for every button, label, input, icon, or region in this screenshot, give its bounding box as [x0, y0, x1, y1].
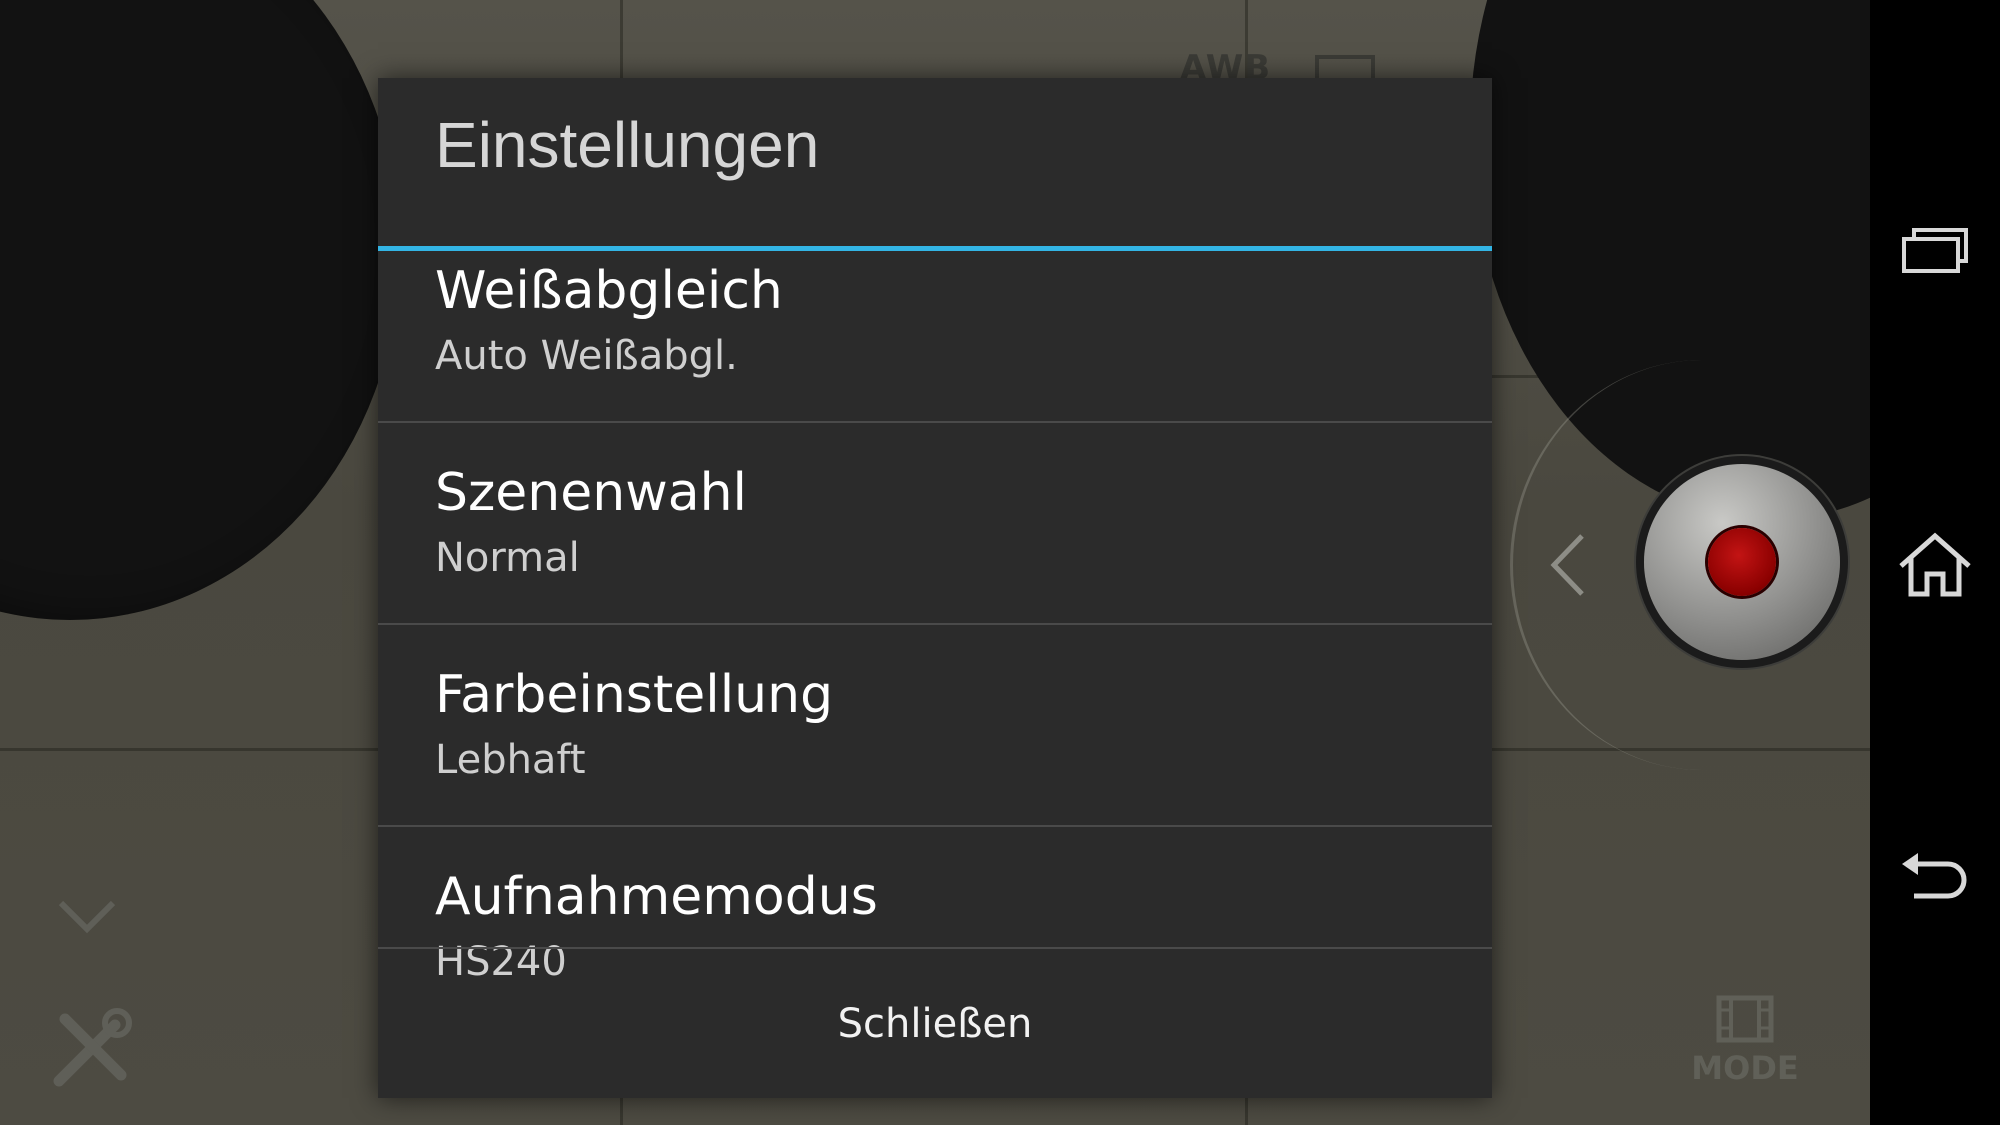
list-item-title: Farbeinstellung	[435, 665, 834, 725]
list-item-summary: Auto Weißabgl.	[435, 333, 738, 379]
record-button[interactable]	[1644, 464, 1840, 660]
list-item-scene[interactable]: Szenenwahl Normal	[378, 423, 1492, 625]
settings-tools-icon[interactable]	[45, 1005, 135, 1095]
home-button[interactable]	[1870, 505, 2000, 625]
list-item-summary: Normal	[435, 535, 580, 581]
list-item-summary: Lebhaft	[435, 737, 586, 783]
dial-left-chevron-icon[interactable]	[1540, 530, 1600, 600]
close-button[interactable]: Schließen	[378, 949, 1492, 1098]
back-icon	[1902, 853, 1967, 899]
record-dot-icon	[1708, 528, 1776, 596]
chevron-down-icon[interactable]	[55, 895, 120, 940]
recent-apps-icon	[1902, 228, 1968, 273]
settings-dialog: Einstellungen Weißabgleich Auto Weißabgl…	[378, 78, 1492, 1098]
dialog-title: Einstellungen	[435, 109, 820, 181]
recent-apps-button[interactable]	[1870, 190, 2000, 310]
navigation-bar	[1870, 0, 2000, 1125]
list-item-title: Aufnahmemodus	[435, 867, 878, 927]
settings-list[interactable]: Weißabgleich Auto Weißabgl. Szenenwahl N…	[378, 251, 1492, 1026]
home-icon	[1899, 532, 1971, 597]
back-button[interactable]	[1870, 815, 2000, 935]
mode-button[interactable]: MODE	[1680, 995, 1810, 1095]
scene-dark-object	[0, 0, 400, 620]
list-item-title: Weißabgleich	[435, 261, 783, 321]
list-item-title: Szenenwahl	[435, 463, 747, 523]
list-item-white-balance[interactable]: Weißabgleich Auto Weißabgl.	[378, 251, 1492, 423]
mode-label: MODE	[1691, 1049, 1799, 1087]
film-strip-icon	[1716, 995, 1774, 1043]
list-item-color[interactable]: Farbeinstellung Lebhaft	[378, 625, 1492, 827]
